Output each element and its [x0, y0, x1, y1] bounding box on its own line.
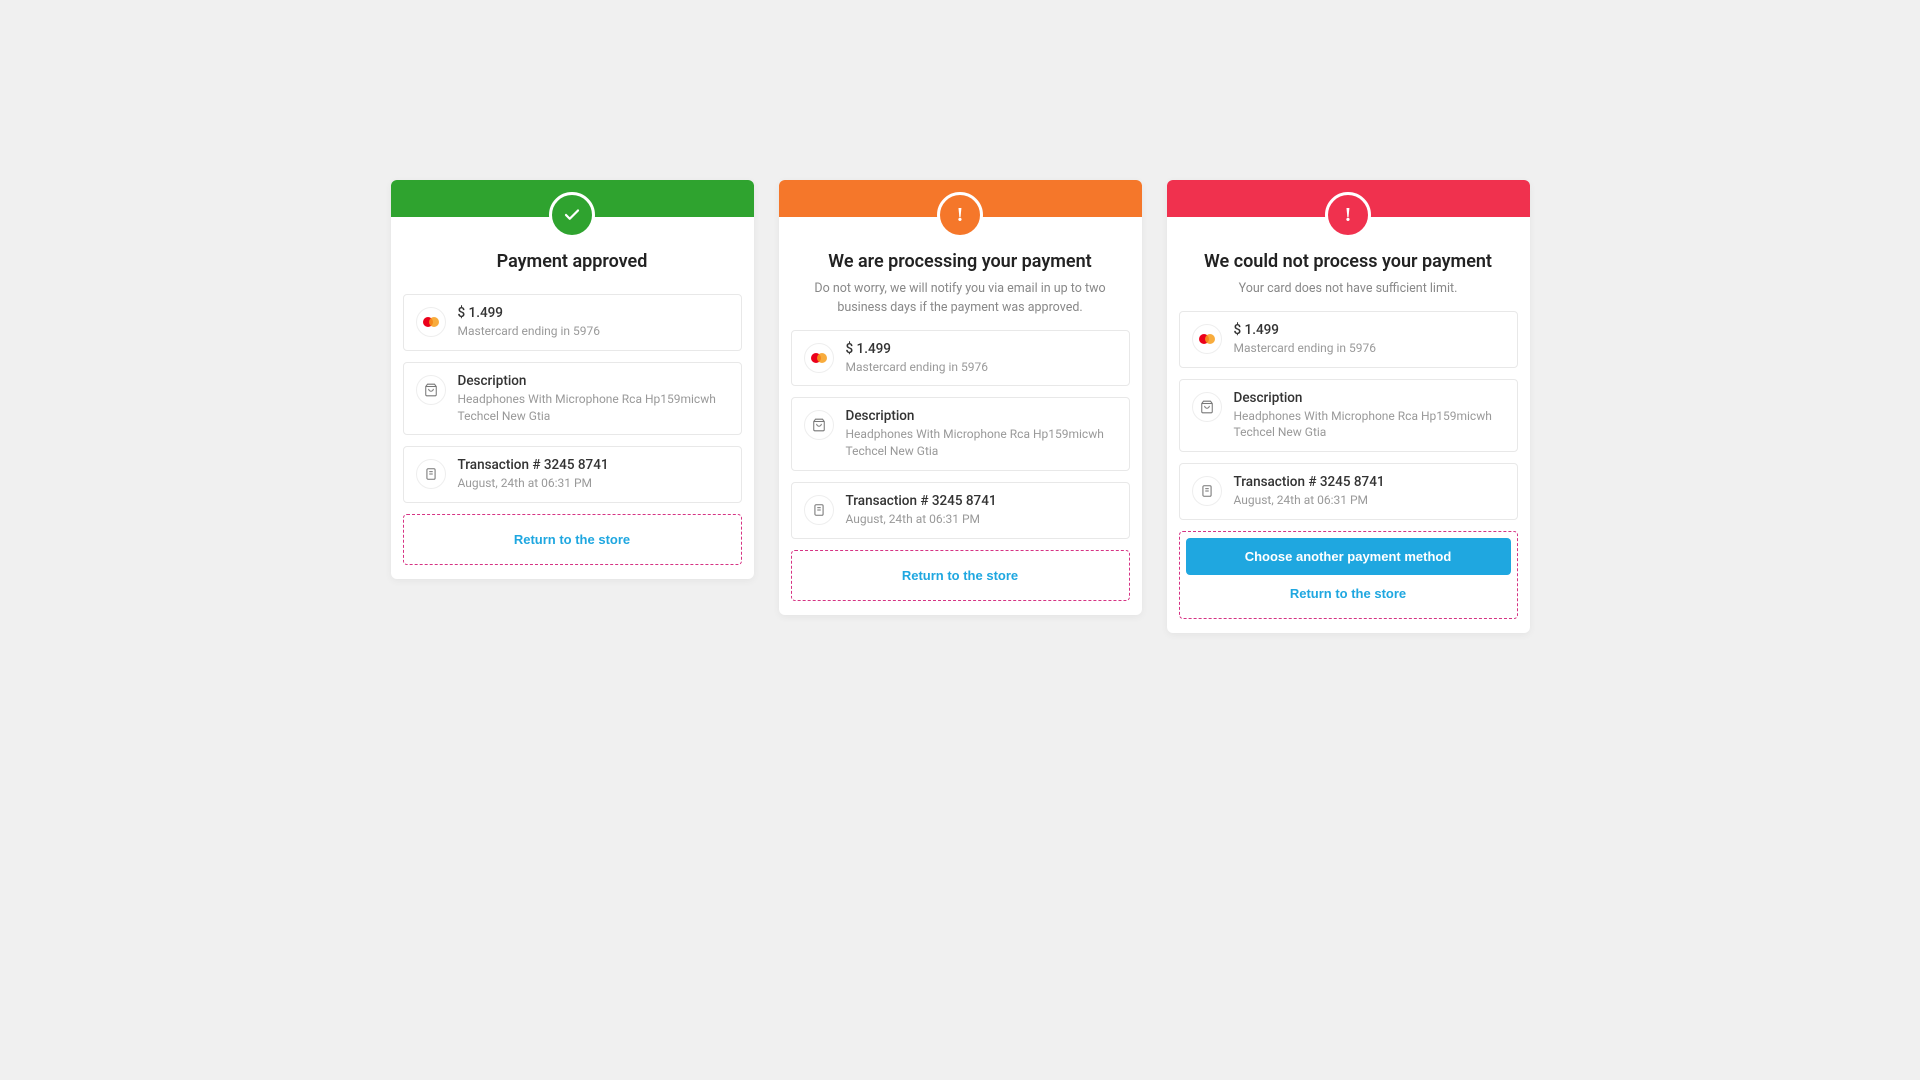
card-header: ! — [1167, 180, 1530, 217]
transaction-row: Transaction # 3245 8741 August, 24th at … — [1179, 463, 1518, 520]
description-label: Description — [1234, 390, 1505, 406]
payment-failed-card: ! We could not process your payment Your… — [1167, 180, 1530, 633]
transaction-label: Transaction # 3245 8741 — [846, 493, 997, 509]
transaction-row: Transaction # 3245 8741 August, 24th at … — [403, 446, 742, 503]
payment-amount-row: $ 1.499 Mastercard ending in 5976 — [1179, 311, 1518, 368]
card-title: We could not process your payment — [1179, 251, 1518, 272]
description-text: Headphones With Microphone Rca Hp159micw… — [458, 391, 729, 425]
transaction-label: Transaction # 3245 8741 — [458, 457, 609, 473]
card-title: We are processing your payment — [791, 251, 1130, 272]
bag-icon — [1192, 392, 1222, 422]
transaction-time: August, 24th at 06:31 PM — [458, 475, 609, 492]
description-row: Description Headphones With Microphone R… — [791, 397, 1130, 471]
card-subtitle: Your card does not have sufficient limit… — [1179, 280, 1518, 299]
return-to-store-button[interactable]: Return to the store — [798, 557, 1123, 594]
card-header: ! — [779, 180, 1142, 217]
amount-text: $ 1.499 — [846, 341, 988, 357]
alert-icon: ! — [1325, 192, 1371, 238]
description-row: Description Headphones With Microphone R… — [1179, 379, 1518, 453]
mastercard-icon — [804, 343, 834, 373]
bag-icon — [416, 375, 446, 405]
mastercard-icon — [1192, 324, 1222, 354]
card-header — [391, 180, 754, 217]
description-row: Description Headphones With Microphone R… — [403, 362, 742, 436]
transaction-row: Transaction # 3245 8741 August, 24th at … — [791, 482, 1130, 539]
receipt-icon — [1192, 476, 1222, 506]
transaction-time: August, 24th at 06:31 PM — [846, 511, 997, 528]
card-body: We could not process your payment Your c… — [1167, 217, 1530, 633]
bag-icon — [804, 410, 834, 440]
description-text: Headphones With Microphone Rca Hp159micw… — [846, 426, 1117, 460]
card-title: Payment approved — [403, 251, 742, 272]
payment-amount-row: $ 1.499 Mastercard ending in 5976 — [791, 330, 1130, 387]
description-label: Description — [846, 408, 1117, 424]
payment-amount-row: $ 1.499 Mastercard ending in 5976 — [403, 294, 742, 351]
amount-text: $ 1.499 — [1234, 322, 1376, 338]
card-ending-text: Mastercard ending in 5976 — [846, 359, 988, 376]
transaction-time: August, 24th at 06:31 PM — [1234, 492, 1385, 509]
receipt-icon — [416, 459, 446, 489]
card-body: We are processing your payment Do not wo… — [779, 217, 1142, 615]
return-to-store-button[interactable]: Return to the store — [410, 521, 735, 558]
receipt-icon — [804, 495, 834, 525]
card-ending-text: Mastercard ending in 5976 — [458, 323, 600, 340]
alert-icon: ! — [937, 192, 983, 238]
transaction-label: Transaction # 3245 8741 — [1234, 474, 1385, 490]
amount-text: $ 1.499 — [458, 305, 600, 321]
payment-approved-card: Payment approved $ 1.499 Mastercard endi… — [391, 180, 754, 579]
payment-processing-card: ! We are processing your payment Do not … — [779, 180, 1142, 615]
card-ending-text: Mastercard ending in 5976 — [1234, 340, 1376, 357]
choose-another-payment-button[interactable]: Choose another payment method — [1186, 538, 1511, 575]
action-area: Return to the store — [403, 514, 742, 565]
description-label: Description — [458, 373, 729, 389]
action-area: Return to the store — [791, 550, 1130, 601]
mastercard-icon — [416, 307, 446, 337]
check-icon — [549, 192, 595, 238]
description-text: Headphones With Microphone Rca Hp159micw… — [1234, 408, 1505, 442]
card-body: Payment approved $ 1.499 Mastercard endi… — [391, 217, 754, 579]
card-subtitle: Do not worry, we will notify you via ema… — [791, 280, 1130, 318]
return-to-store-button[interactable]: Return to the store — [1186, 575, 1511, 612]
action-area: Choose another payment method Return to … — [1179, 531, 1518, 619]
